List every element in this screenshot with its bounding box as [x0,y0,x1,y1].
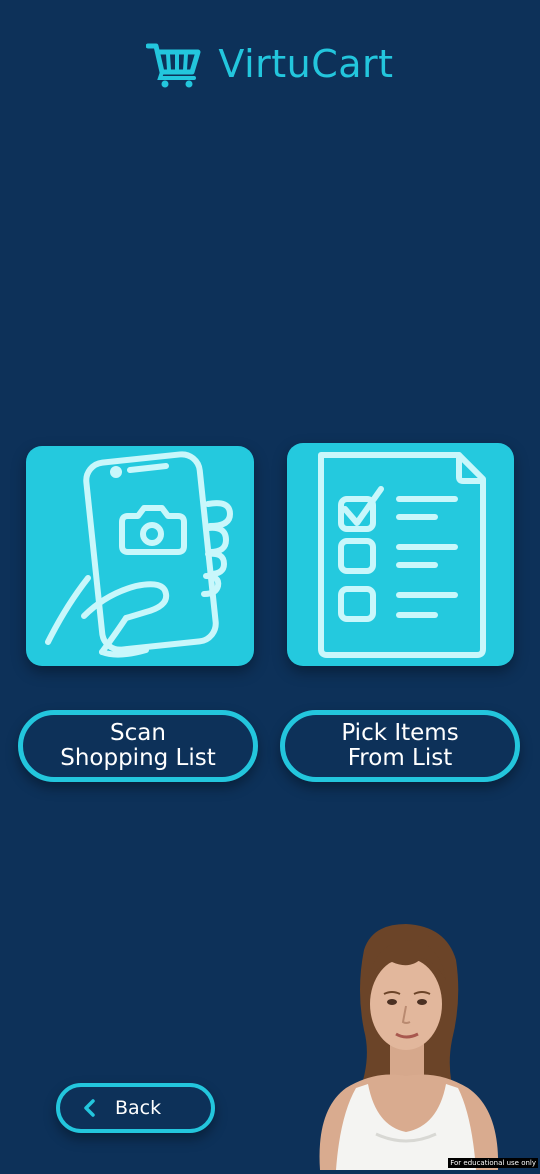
phone-camera-scan-icon [45,451,233,658]
checklist-document-icon [318,452,486,658]
back-label: Back [115,1096,162,1119]
watermark-text: For educational use only [448,1158,538,1168]
app-header: VirtuCart [0,34,540,94]
chevron-left-icon [70,1099,110,1117]
pick-items-from-list-label: Pick Items From List [341,720,459,771]
assistant-avatar [306,920,506,1170]
scan-shopping-list-button[interactable]: Scan Shopping List [18,710,258,782]
shopping-cart-icon [146,40,204,88]
scan-shopping-list-label: Scan Shopping List [60,720,216,771]
app-title: VirtuCart [218,42,394,86]
back-button[interactable]: Back [56,1083,215,1133]
pick-items-from-list-button[interactable]: Pick Items From List [280,710,520,782]
scan-shopping-list-tile[interactable] [26,446,254,666]
pick-items-from-list-tile[interactable] [287,443,514,666]
